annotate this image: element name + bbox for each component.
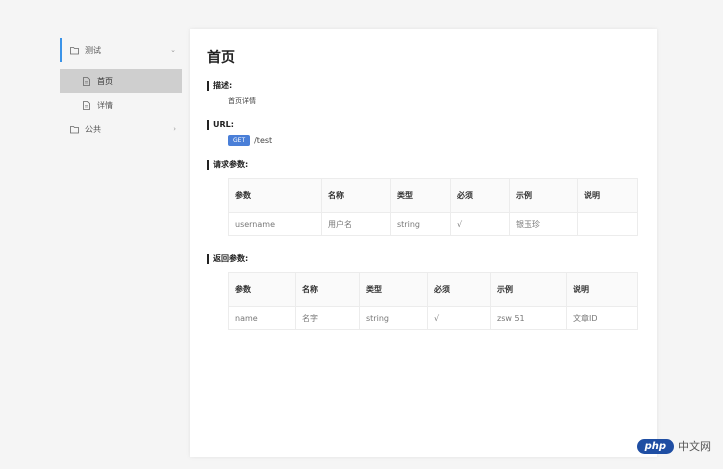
document-icon bbox=[82, 76, 91, 86]
watermark-text: 中文网 bbox=[678, 440, 711, 453]
table-header: 参数 bbox=[228, 272, 296, 307]
chevron-down-icon: ⌄ bbox=[170, 46, 176, 54]
content-card: 首页 描述: 首页详情 URL: GET /test 请求参数: 参数 名称 类… bbox=[190, 29, 657, 457]
watermark: php 中文网 bbox=[636, 438, 711, 454]
table-cell: 用户名 bbox=[321, 212, 391, 236]
section-title: 描述: bbox=[207, 81, 640, 91]
menu-group-label: 公共 bbox=[85, 124, 101, 134]
table-header-row: 参数 名称 类型 必须 示例 说明 bbox=[228, 178, 638, 213]
table-header: 类型 bbox=[390, 178, 451, 213]
menu-group-public[interactable]: 公共 › bbox=[60, 117, 182, 141]
table-cell: string bbox=[390, 212, 451, 236]
url-section: URL: GET /test bbox=[207, 120, 640, 146]
table-header: 名称 bbox=[295, 272, 360, 307]
request-section: 请求参数: 参数 名称 类型 必须 示例 说明 username 用户名 str… bbox=[207, 160, 640, 236]
table-cell: username bbox=[228, 212, 322, 236]
table-header: 说明 bbox=[577, 178, 638, 213]
section-title: URL: bbox=[207, 120, 640, 130]
chevron-right-icon: › bbox=[173, 125, 176, 133]
table-row: username 用户名 string √ 银玉珍 bbox=[228, 212, 638, 236]
menu-item-details[interactable]: 详情 bbox=[60, 93, 182, 117]
url-row: GET /test bbox=[207, 135, 640, 146]
folder-icon bbox=[70, 125, 79, 134]
sidebar: 测试 ⌄ 首页 详情 公共 › bbox=[60, 38, 182, 141]
description-text: 首页详情 bbox=[228, 97, 256, 105]
url-path: /test bbox=[254, 136, 273, 145]
menu-item-home[interactable]: 首页 bbox=[60, 69, 182, 93]
table-header: 必须 bbox=[427, 272, 491, 307]
table-cell: string bbox=[359, 306, 428, 330]
section-title: 返回参数: bbox=[207, 254, 640, 264]
table-header: 名称 bbox=[321, 178, 391, 213]
table-cell bbox=[577, 212, 638, 236]
folder-icon bbox=[70, 46, 79, 55]
page-title: 首页 bbox=[207, 50, 235, 66]
menu-group-label: 测试 bbox=[85, 45, 101, 55]
table-cell: 文章ID bbox=[566, 306, 638, 330]
description-section: 描述: 首页详情 bbox=[207, 81, 640, 106]
table-header: 示例 bbox=[509, 178, 578, 213]
table-header-row: 参数 名称 类型 必须 示例 说明 bbox=[228, 272, 638, 307]
table-header: 类型 bbox=[359, 272, 428, 307]
section-title: 请求参数: bbox=[207, 160, 640, 170]
response-section: 返回参数: 参数 名称 类型 必须 示例 说明 name 名字 string √… bbox=[207, 254, 640, 330]
menu-item-label: 首页 bbox=[97, 76, 113, 86]
table-cell: zsw 51 bbox=[490, 306, 567, 330]
method-badge: GET bbox=[228, 135, 251, 146]
table-row: name 名字 string √ zsw 51 文章ID bbox=[228, 306, 638, 330]
table-header: 必须 bbox=[450, 178, 510, 213]
request-params-table: 参数 名称 类型 必须 示例 说明 username 用户名 string √ … bbox=[228, 178, 638, 236]
table-cell: name bbox=[228, 306, 296, 330]
response-params-table: 参数 名称 类型 必须 示例 说明 name 名字 string √ zsw 5… bbox=[228, 272, 638, 330]
menu-item-label: 详情 bbox=[97, 100, 113, 110]
menu-group-test[interactable]: 测试 ⌄ bbox=[60, 38, 182, 62]
table-cell: √ bbox=[450, 212, 510, 236]
table-header: 示例 bbox=[490, 272, 567, 307]
document-icon bbox=[82, 100, 91, 110]
table-header: 说明 bbox=[566, 272, 638, 307]
table-cell: √ bbox=[427, 306, 491, 330]
php-logo: php bbox=[636, 438, 674, 454]
table-cell: 银玉珍 bbox=[509, 212, 578, 236]
table-cell: 名字 bbox=[295, 306, 360, 330]
table-header: 参数 bbox=[228, 178, 322, 213]
